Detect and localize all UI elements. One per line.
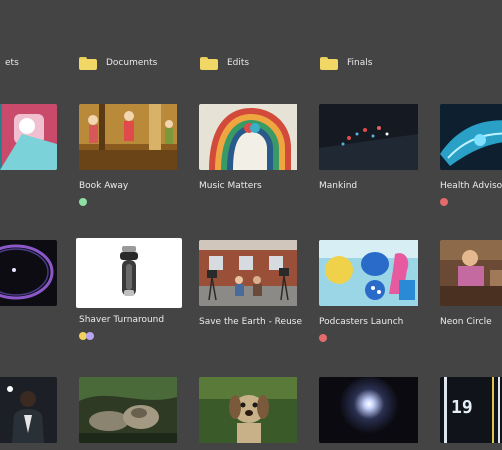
folder-icon [79,56,97,70]
color-tag-dot [440,198,448,206]
color-tags [79,198,87,206]
color-tags [79,332,94,340]
video-title: Save the Earth - Reuse [199,317,303,327]
color-tags [319,334,327,342]
folder-edits[interactable]: Edits [200,54,249,72]
folder-label: ets [5,58,19,68]
color-tags [440,198,448,206]
video-tile[interactable]: Music Matters [199,104,304,191]
video-title: Neon Circle [440,317,492,327]
video-tile[interactable] [0,377,57,443]
video-tile[interactable] [0,104,57,170]
folder-label: Edits [227,58,250,68]
video-tile[interactable] [199,377,304,443]
video-thumbnail [79,104,184,170]
folder-label: Documents [106,58,158,68]
folder-label: Finals [347,58,373,68]
video-thumbnail [0,104,57,170]
color-tag-dot [86,332,94,340]
video-tile[interactable] [79,377,184,443]
video-thumbnail [319,240,424,306]
folder-documents[interactable]: Documents [79,54,157,72]
video-thumbnail [0,240,57,306]
video-thumbnail [76,238,182,308]
video-title: Health Advisory [440,181,502,191]
folder-finals[interactable]: Finals [320,54,372,72]
video-title: Shaver Turnaround [79,315,165,325]
video-tile[interactable] [0,240,57,306]
video-tile[interactable]: Neon Circle [440,240,502,327]
video-title: Podcasters Launch [319,317,404,327]
video-tile[interactable] [319,377,424,443]
video-thumbnail [199,104,304,170]
video-thumbnail [0,377,57,443]
video-tile[interactable]: Podcasters Launch [319,240,424,342]
video-tile[interactable]: Book Away [79,104,184,206]
video-thumbnail [319,104,424,170]
video-tile[interactable]: Health Advisory [440,104,502,206]
counter-digits: 19 [451,397,473,418]
video-thumbnail [440,104,502,170]
video-tile[interactable]: 19 [440,377,502,443]
video-thumbnail [199,377,304,443]
video-tile[interactable]: Mankind [319,104,424,191]
color-tag-dot [319,334,327,342]
folder-icon [200,56,218,70]
video-tile[interactable]: Save the Earth - Reuse [199,240,304,327]
video-thumbnail [79,377,184,443]
color-tag-dot [79,198,87,206]
video-title: Book Away [79,181,129,191]
folder-assets[interactable]: ets [0,54,19,72]
file-browser: ets Documents Edits Finals Book Away Mus… [0,0,502,450]
video-thumbnail [199,240,304,306]
video-tile[interactable]: Shaver Turnaround [76,238,182,340]
video-thumbnail [319,377,424,443]
video-thumbnail: 19 [440,377,502,443]
video-title: Mankind [319,181,358,191]
folder-icon [320,56,338,70]
video-title: Music Matters [199,181,262,191]
video-thumbnail [440,240,502,306]
